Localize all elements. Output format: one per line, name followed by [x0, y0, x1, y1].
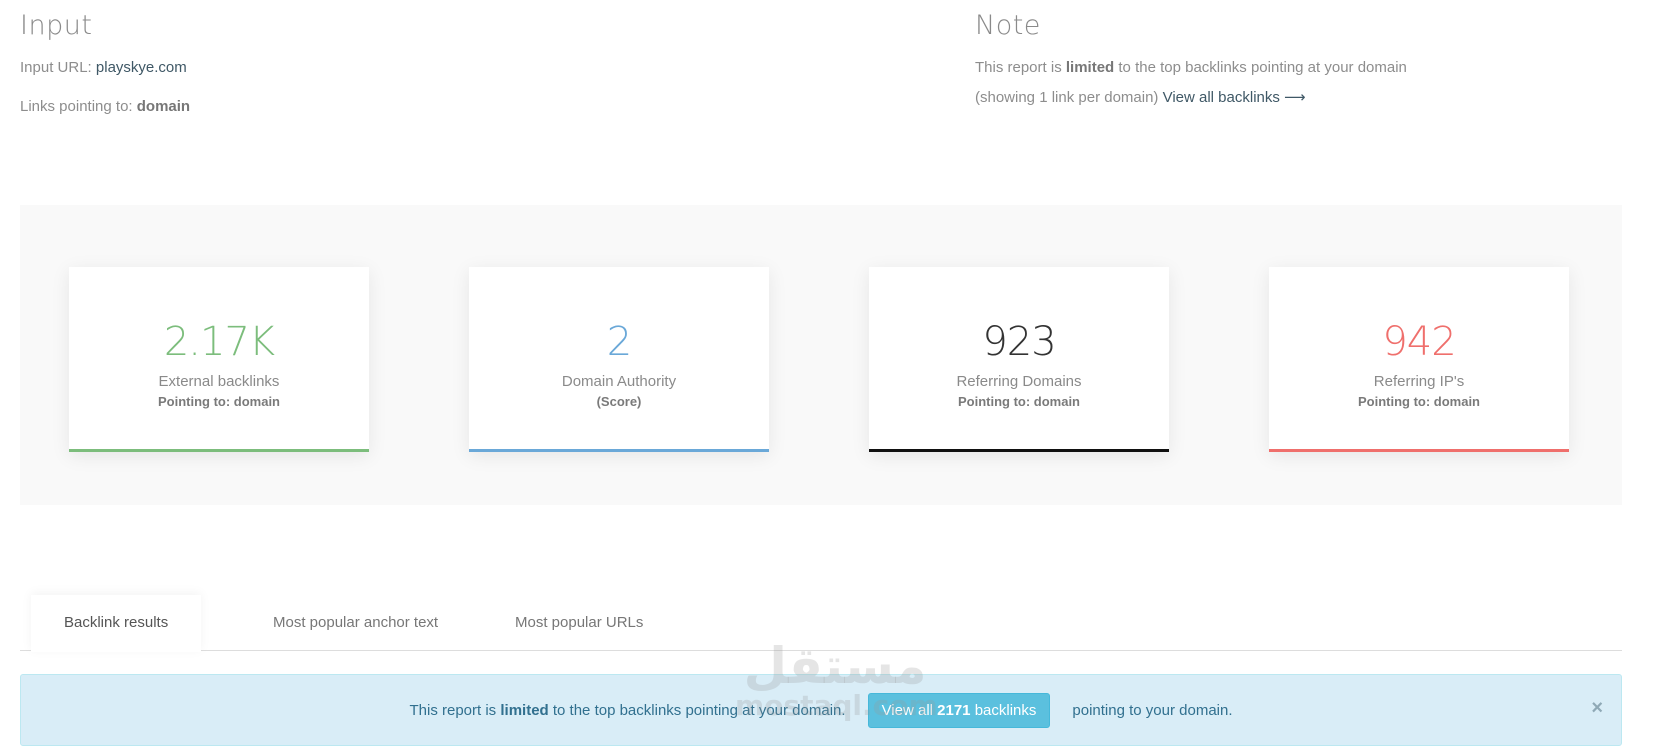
stat-label: Referring IP's: [1373, 373, 1465, 390]
limited-report-alert: This report is limited to the top backli…: [20, 674, 1622, 746]
stat-accent-bar: [469, 449, 769, 452]
stat-card-referring-domains: 923 Referring Domains Pointing to: domai…: [869, 267, 1169, 452]
view-all-backlinks-button[interactable]: View all 2171 backlinks: [867, 692, 1051, 728]
note-text: (showing 1 link per domain): [975, 89, 1159, 106]
note-text: to the top backlinks pointing at your do…: [1118, 59, 1407, 76]
stat-value: 942: [1382, 319, 1456, 365]
stat-sub: Pointing to: domain: [157, 394, 281, 409]
stat-value: 2: [606, 319, 632, 365]
stat-label: Referring Domains: [956, 373, 1082, 390]
alert-text: pointing to your domain.: [1072, 701, 1233, 719]
results-tabs: Backlink results Most popular anchor tex…: [20, 595, 1622, 652]
links-pointing-label: Links pointing to:: [20, 98, 133, 115]
alert-limited: limited: [500, 701, 549, 719]
stat-sub: Pointing to: domain: [1357, 394, 1481, 409]
input-url-line: Input URL: playskye.com: [20, 59, 920, 76]
stat-card-referring-ips: 942 Referring IP's Pointing to: domain: [1269, 267, 1569, 452]
note-text: This report is: [975, 59, 1062, 76]
input-section: Input Input URL: playskye.com Links poin…: [20, 10, 920, 115]
stat-sub: (Score): [596, 394, 642, 409]
tab-backlink-results[interactable]: Backlink results: [31, 595, 202, 652]
stats-panel: 2.17K External backlinks Pointing to: do…: [20, 205, 1622, 505]
view-all-backlinks-link[interactable]: View all backlinks ⟶: [1163, 89, 1306, 106]
stat-accent-bar: [1269, 449, 1569, 452]
stat-value: 2.17K: [163, 319, 275, 365]
note-limited: limited: [1065, 59, 1115, 76]
note-title: Note: [975, 10, 1041, 41]
input-url-value: playskye.com: [95, 59, 187, 76]
input-url-label: Input URL:: [20, 59, 92, 76]
stat-label: External backlinks: [158, 373, 280, 390]
stat-card-external-backlinks: 2.17K External backlinks Pointing to: do…: [69, 267, 369, 452]
button-text: View all: [881, 701, 933, 719]
links-pointing-value: domain: [136, 98, 191, 115]
tab-most-popular-urls[interactable]: Most popular URLs: [482, 595, 676, 651]
alert-text: This report is: [409, 701, 497, 719]
stat-accent-bar: [69, 449, 369, 452]
note-section: Note This report is limited to the top b…: [975, 10, 1615, 106]
stat-label: Domain Authority: [561, 373, 677, 390]
links-pointing-line: Links pointing to: domain: [20, 98, 920, 115]
alert-text: to the top backlinks pointing at your do…: [552, 701, 846, 719]
button-text: backlinks: [974, 701, 1037, 719]
stat-value: 923: [982, 319, 1056, 365]
input-title: Input: [20, 10, 93, 41]
stat-accent-bar: [869, 449, 1169, 452]
alert-message: This report is limited to the top backli…: [21, 675, 1621, 745]
note-line-2: (showing 1 link per domain) View all bac…: [975, 88, 1615, 106]
close-icon[interactable]: ×: [1591, 697, 1603, 720]
tab-most-popular-anchor-text[interactable]: Most popular anchor text: [240, 595, 471, 651]
backlink-count: 2171: [937, 701, 971, 719]
stat-sub: Pointing to: domain: [957, 394, 1081, 409]
stat-card-domain-authority: 2 Domain Authority (Score): [469, 267, 769, 452]
note-line-1: This report is limited to the top backli…: [975, 59, 1615, 76]
